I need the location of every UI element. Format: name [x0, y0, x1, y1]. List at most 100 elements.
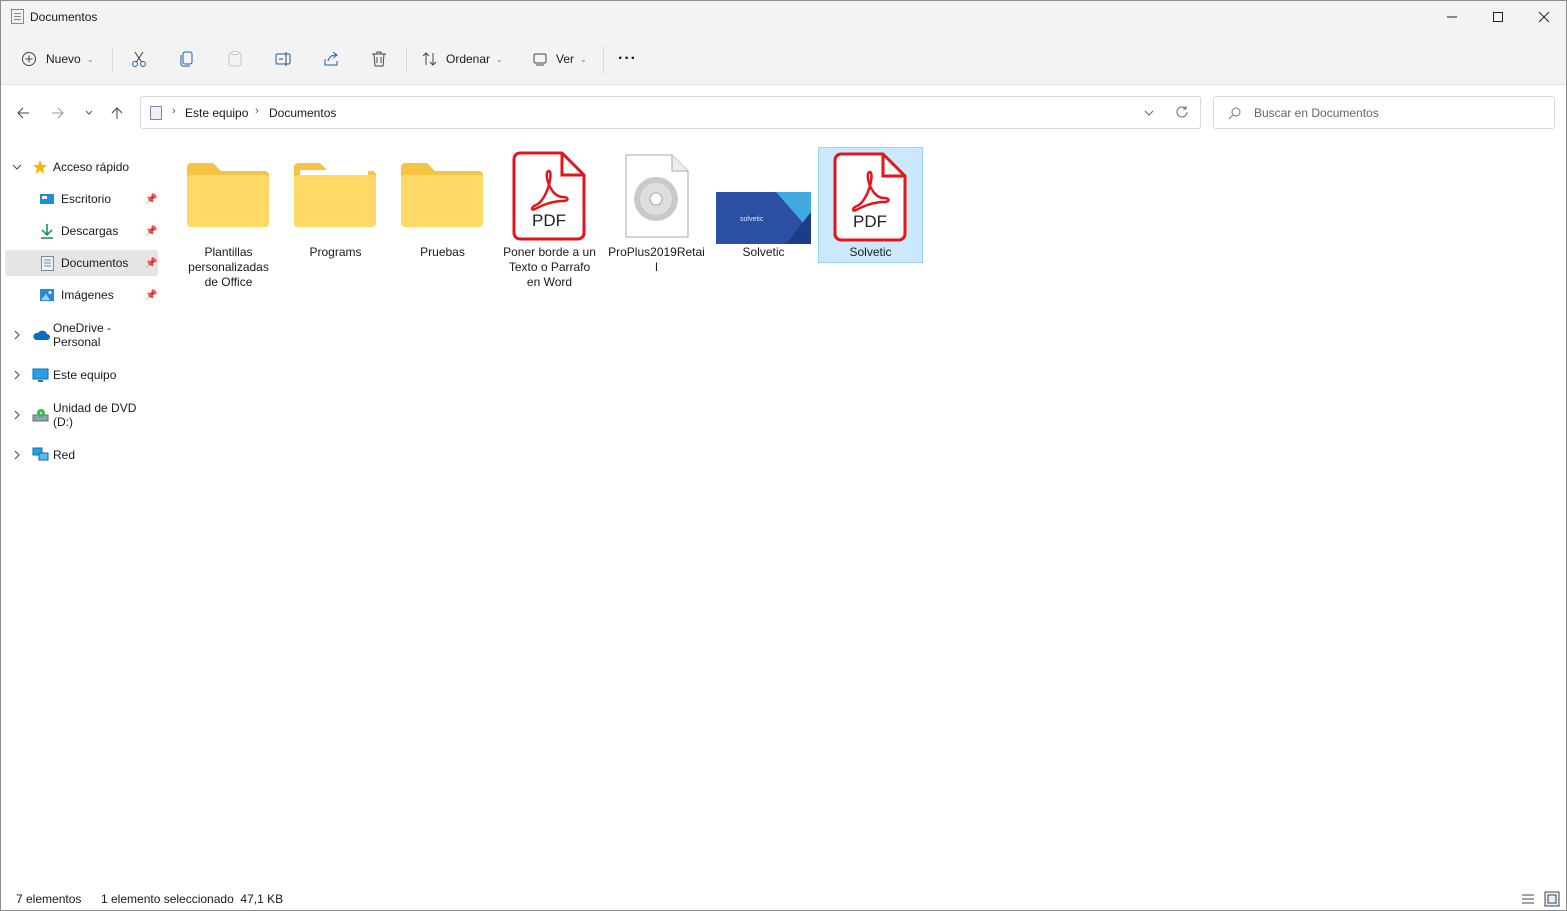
chevron-down-icon	[85, 110, 93, 115]
pdf-icon-text: PDF	[853, 212, 887, 231]
new-button[interactable]: Nuevo ⌄	[21, 45, 93, 73]
view-button[interactable]: Ver ⌄	[532, 45, 587, 73]
dvd-drive-icon	[32, 408, 49, 421]
scissors-icon	[132, 51, 146, 67]
more-options-button[interactable]: ···	[618, 45, 637, 73]
sidebar-item-acceso-rapido[interactable]: Acceso rápido	[5, 154, 158, 180]
thumbnail-text: solvetic	[740, 216, 764, 223]
image-thumbnail: solvetic	[716, 192, 811, 244]
chevron-down-icon: ⌄	[580, 54, 587, 64]
documents-icon	[41, 255, 54, 271]
sort-label: Ordenar	[446, 52, 491, 66]
folder-icon	[187, 163, 269, 227]
sidebar-item-este-equipo[interactable]: Este equipo	[5, 362, 158, 388]
arrow-right-icon	[52, 107, 64, 119]
copy-icon	[180, 51, 193, 67]
sidebar-item-descargas[interactable]: Descargas 📌	[5, 218, 158, 244]
sidebar-item-red[interactable]: Red	[5, 442, 158, 468]
refresh-icon[interactable]	[1175, 105, 1189, 119]
separator	[406, 47, 407, 73]
up-button[interactable]	[107, 103, 127, 123]
chevron-right-icon[interactable]	[11, 409, 23, 421]
arrow-left-icon	[17, 107, 29, 119]
close-button[interactable]	[1521, 1, 1567, 33]
view-label: Ver	[556, 52, 575, 66]
file-item-pdf-selected[interactable]: PDF Solvetic	[818, 147, 923, 263]
paste-button[interactable]	[226, 45, 244, 73]
address-bar[interactable]: › Este equipo › Documentos	[140, 96, 1201, 129]
rename-button[interactable]	[274, 45, 292, 73]
cut-button[interactable]	[130, 45, 148, 73]
file-item-folder[interactable]: Pruebas	[390, 147, 495, 297]
pin-icon: 📌	[145, 257, 158, 269]
share-button[interactable]	[322, 45, 340, 73]
tiles-view-icon[interactable]	[1544, 891, 1560, 907]
copy-button[interactable]	[178, 45, 196, 73]
details-view-icon[interactable]	[1521, 892, 1535, 906]
pin-icon: 📌	[145, 289, 158, 301]
sidebar-item-label: Unidad de DVD (D:)	[53, 401, 137, 429]
sort-icon	[422, 52, 437, 66]
maximize-button[interactable]	[1475, 1, 1521, 33]
file-name: Solvetic	[849, 245, 892, 259]
chevron-down-icon[interactable]	[1144, 108, 1154, 118]
chevron-down-icon[interactable]	[11, 161, 23, 173]
document-icon	[150, 106, 162, 120]
folder-icon	[401, 163, 483, 227]
sort-button[interactable]: Ordenar ⌄	[421, 45, 503, 73]
network-icon	[32, 447, 49, 461]
search-box[interactable]: Buscar en Documentos	[1213, 96, 1555, 129]
pictures-icon	[40, 289, 54, 301]
star-icon	[33, 160, 47, 174]
breadcrumb-este-equipo[interactable]: Este equipo	[185, 106, 248, 120]
sidebar-item-label: Red	[53, 448, 76, 462]
file-name: Solvetic	[742, 245, 785, 259]
document-icon	[11, 9, 24, 24]
chevron-right-icon[interactable]	[11, 449, 23, 461]
breadcrumb-documentos[interactable]: Documentos	[269, 106, 336, 120]
trash-icon	[372, 51, 386, 67]
sidebar-item-documentos[interactable]: Documentos 📌	[5, 250, 158, 276]
file-item-pdf[interactable]: PDF Poner borde a un Texto o Parrafo en …	[497, 147, 602, 297]
file-name: Programs	[309, 245, 362, 259]
chevron-right-icon[interactable]	[11, 369, 23, 381]
sidebar-item-label: Este equipo	[53, 368, 117, 382]
recent-locations-button[interactable]	[79, 103, 99, 123]
paste-icon	[228, 51, 242, 67]
search-icon	[1228, 107, 1241, 120]
sidebar-item-escritorio[interactable]: Escritorio 📌	[5, 186, 158, 212]
back-button[interactable]	[13, 103, 33, 123]
title-bar: Documentos	[1, 1, 1566, 33]
sidebar-item-label: Descargas	[61, 224, 119, 238]
pdf-icon: PDF	[833, 152, 907, 242]
status-selection: 1 elemento seleccionado 47,1 KB	[101, 892, 284, 906]
sidebar-item-label: OneDrive - Personal	[53, 321, 112, 349]
sidebar-item-dvd[interactable]: Unidad de DVD (D:)	[5, 401, 158, 429]
chevron-down-icon: ⌄	[86, 54, 94, 64]
chevron-right-icon[interactable]	[11, 329, 23, 341]
delete-button[interactable]	[370, 45, 388, 73]
sidebar-item-imagenes[interactable]: Imágenes 📌	[5, 282, 158, 308]
file-item-image[interactable]: solvetic Solvetic	[711, 147, 816, 297]
file-item-folder[interactable]: Plantillas personalizadas de Office	[176, 147, 281, 297]
breadcrumb-separator-icon: ›	[172, 105, 176, 117]
forward-button[interactable]	[48, 103, 68, 123]
new-label: Nuevo	[46, 52, 81, 66]
sidebar-item-label: Imágenes	[61, 288, 114, 302]
file-item-folder[interactable]: Programs	[283, 147, 388, 297]
search-input[interactable]: Buscar en Documentos	[1254, 106, 1379, 120]
download-icon	[41, 224, 53, 239]
pdf-icon: PDF	[512, 151, 586, 241]
file-item-iso[interactable]: ProPlus2019Retail	[604, 147, 709, 297]
pin-icon: 📌	[145, 225, 158, 237]
folder-icon	[294, 163, 376, 227]
sidebar-item-onedrive[interactable]: OneDrive - Personal	[5, 321, 158, 349]
maximize-icon	[1493, 12, 1503, 22]
sidebar-item-label: Documentos	[61, 256, 129, 270]
minimize-button[interactable]	[1429, 1, 1475, 33]
sidebar-item-label: Acceso rápido	[53, 160, 130, 174]
arrow-up-icon	[111, 107, 123, 119]
monitor-icon	[32, 368, 49, 382]
close-icon	[1538, 11, 1550, 23]
file-name: Plantillas personalizadas de Office	[188, 245, 269, 289]
